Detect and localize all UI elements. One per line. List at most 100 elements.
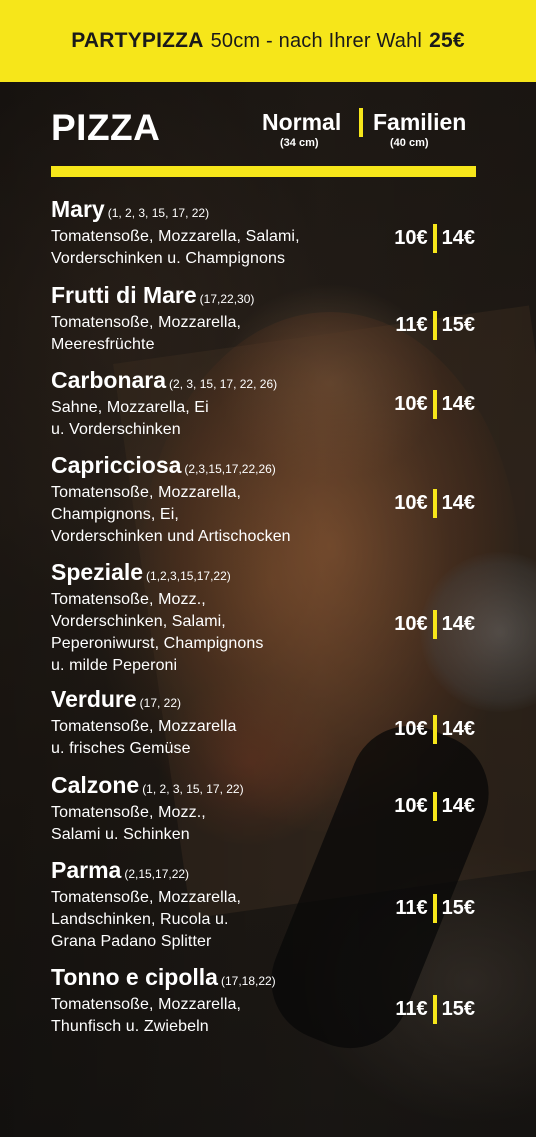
price-separator — [432, 310, 437, 340]
description-line: Tomatensoße, Mozzarella, — [51, 484, 242, 501]
item-name: Frutti di Mare (17,22,30) — [51, 282, 371, 312]
item-price: 11€ 15€ — [395, 310, 475, 340]
banner-price: 25€ — [429, 29, 465, 52]
item-price: 10€ 14€ — [394, 488, 475, 518]
description-line: Tomatensoße, Mozzarella — [51, 718, 237, 735]
price-family: 14€ — [441, 226, 475, 249]
description-line: Tomatensoße, Mozzarella, — [51, 996, 242, 1013]
allergen-codes: (17,18,22) — [220, 974, 276, 988]
item-title: Mary — [51, 196, 105, 222]
column-family-label: Familien — [373, 109, 467, 135]
price-family: 15€ — [441, 997, 475, 1020]
description-line: Landschinken, Rucola u. — [51, 911, 229, 928]
description-line: Salami u. Schinken — [51, 826, 190, 843]
item-description: Tomatensoße, Mozzarella u. frisches Gemüs… — [51, 716, 371, 760]
party-pizza-banner: PARTYPIZZA 50cm - nach Ihrer Wahl 25€ — [0, 0, 536, 82]
item-name: Capricciosa (2,3,15,17,22,26) — [51, 452, 371, 482]
price-family: 14€ — [441, 612, 475, 635]
item-title: Parma — [51, 857, 122, 883]
menu-item: Tonno e cipolla (17,18,22) Tomatensoße, Mo… — [51, 964, 371, 1038]
item-price: 10€ 14€ — [394, 609, 475, 639]
item-description: Tomatensoße, Mozzarella, Meeresfrüchte — [51, 312, 371, 356]
menu-item: Carbonara (2, 3, 15, 17, 22, 26) Sahne, Mo… — [51, 367, 371, 441]
menu-item: Frutti di Mare (17,22,30) Tomatensoße, Moz… — [51, 282, 371, 356]
price-separator — [432, 893, 437, 923]
description-line: Peperoniwurst, Champignons — [51, 635, 264, 652]
price-separator — [432, 488, 437, 518]
item-description: Tomatensoße, Mozz., Salami u. Schinken — [51, 802, 371, 846]
item-name: Speziale (1,2,3,15,17,22) — [51, 559, 371, 589]
price-family: 14€ — [441, 794, 475, 817]
price-normal: 10€ — [394, 491, 428, 514]
item-title: Tonno e cipolla — [51, 964, 218, 990]
item-price: 10€ 14€ — [394, 714, 475, 744]
price-separator — [432, 994, 437, 1024]
description-line: Tomatensoße, Mozzarella, — [51, 314, 242, 331]
item-price: 11€ 15€ — [395, 893, 475, 923]
price-family: 14€ — [441, 491, 475, 514]
item-description: Tomatensoße, Mozz., Vorderschinken, Salam… — [51, 589, 371, 677]
allergen-codes: (2,3,15,17,22,26) — [184, 462, 276, 476]
item-title: Carbonara — [51, 367, 167, 393]
item-price: 10€ 14€ — [394, 791, 475, 821]
item-description: Tomatensoße, Mozzarella, Champignons, Ei,… — [51, 482, 371, 548]
menu-item: Capricciosa (2,3,15,17,22,26) Tomatensoße,… — [51, 452, 371, 548]
description-line: Grana Padano Splitter — [51, 933, 212, 950]
item-title: Frutti di Mare — [51, 282, 197, 308]
item-title: Calzone — [51, 772, 140, 798]
item-price: 10€ 14€ — [394, 389, 475, 419]
description-line: Sahne, Mozzarella, Ei — [51, 399, 209, 416]
price-normal: 10€ — [394, 794, 428, 817]
item-description: Sahne, Mozzarella, Ei u. Vorderschinken — [51, 397, 371, 441]
banner-name: PARTYPIZZA — [71, 29, 204, 52]
description-line: Tomatensoße, Mozzarella, Salami, — [51, 228, 300, 245]
menu-item: Speziale (1,2,3,15,17,22) Tomatensoße, Moz… — [51, 559, 371, 677]
description-line: Vorderschinken und Artischocken — [51, 528, 291, 545]
column-normal-label: Normal — [262, 109, 342, 135]
description-line: Tomatensoße, Mozz., — [51, 804, 206, 821]
price-normal: 11€ — [395, 896, 428, 919]
item-name: Calzone (1, 2, 3, 15, 17, 22) — [51, 772, 371, 802]
price-normal: 10€ — [394, 612, 428, 635]
allergen-codes: (17, 22) — [139, 696, 182, 710]
menu-item: Parma (2,15,17,22) Tomatensoße, Mozzarella… — [51, 857, 371, 953]
description-line: u. milde Peperoni — [51, 657, 178, 674]
price-separator — [432, 609, 437, 639]
price-family: 15€ — [441, 313, 475, 336]
description-line: Meeresfrüchte — [51, 336, 155, 353]
price-separator — [432, 791, 437, 821]
allergen-codes: (17,22,30) — [199, 292, 255, 306]
description-line: Thunfisch u. Zwiebeln — [51, 1018, 209, 1035]
price-normal: 11€ — [395, 997, 428, 1020]
allergen-codes: (1, 2, 3, 15, 17, 22) — [107, 206, 210, 220]
price-separator — [432, 389, 437, 419]
item-title: Capricciosa — [51, 452, 182, 478]
allergen-codes: (2,15,17,22) — [124, 867, 190, 881]
item-description: Tomatensoße, Mozzarella, Salami, Vordersc… — [51, 226, 371, 270]
price-family: 15€ — [441, 896, 475, 919]
description-line: Vorderschinken u. Champignons — [51, 250, 286, 267]
header-divider — [51, 166, 476, 177]
allergen-codes: (2, 3, 15, 17, 22, 26) — [169, 377, 278, 391]
price-normal: 10€ — [394, 717, 428, 740]
price-normal: 10€ — [394, 226, 428, 249]
description-line: u. frisches Gemüse — [51, 740, 191, 757]
description-line: Champignons, Ei, — [51, 506, 179, 523]
section-title: PIZZA — [51, 107, 161, 148]
item-name: Tonno e cipolla (17,18,22) — [51, 964, 371, 994]
price-family: 14€ — [441, 392, 475, 415]
column-normal-size: (34 cm) — [280, 137, 319, 149]
item-title: Speziale — [51, 559, 144, 585]
price-separator — [432, 714, 437, 744]
column-separator — [359, 108, 363, 137]
price-separator — [432, 223, 437, 253]
item-name: Mary (1, 2, 3, 15, 17, 22) — [51, 196, 371, 226]
item-description: Tomatensoße, Mozzarella, Landschinken, Ru… — [51, 887, 371, 953]
column-family-size: (40 cm) — [390, 137, 429, 149]
item-price: 10€ 14€ — [394, 223, 475, 253]
item-price: 11€ 15€ — [395, 994, 475, 1024]
description-line: Tomatensoße, Mozzarella, — [51, 889, 242, 906]
price-family: 14€ — [441, 717, 475, 740]
item-title: Verdure — [51, 686, 137, 712]
banner-text: 50cm - nach Ihrer Wahl — [210, 29, 423, 52]
